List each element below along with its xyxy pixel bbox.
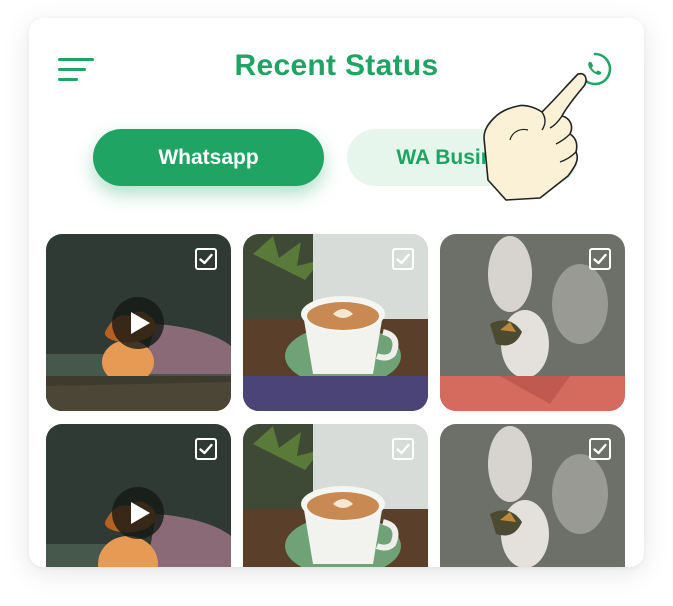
- select-checkbox[interactable]: [589, 248, 611, 270]
- status-thumbnail-video[interactable]: [46, 424, 231, 567]
- select-checkbox[interactable]: [392, 248, 414, 270]
- select-checkbox[interactable]: [195, 438, 217, 460]
- play-button[interactable]: [112, 297, 164, 349]
- tab-wa-business[interactable]: WA Business: [347, 129, 578, 186]
- select-checkbox[interactable]: [392, 438, 414, 460]
- status-thumbnail-image[interactable]: [243, 424, 428, 567]
- select-checkbox[interactable]: [195, 248, 217, 270]
- whatsapp-icon[interactable]: [577, 51, 613, 87]
- status-thumbnail-image[interactable]: [243, 234, 428, 411]
- recent-status-card: Recent Status Whatsapp WA Business: [29, 18, 644, 567]
- status-thumbnail-image[interactable]: [440, 234, 625, 411]
- screen: Recent Status Whatsapp WA Business: [0, 0, 673, 606]
- status-thumbnail-video[interactable]: [46, 234, 231, 411]
- page-title: Recent Status: [234, 49, 439, 82]
- status-thumbnail-image[interactable]: [440, 424, 625, 567]
- play-button[interactable]: [112, 487, 164, 539]
- select-checkbox[interactable]: [589, 438, 611, 460]
- tab-whatsapp[interactable]: Whatsapp: [93, 129, 324, 186]
